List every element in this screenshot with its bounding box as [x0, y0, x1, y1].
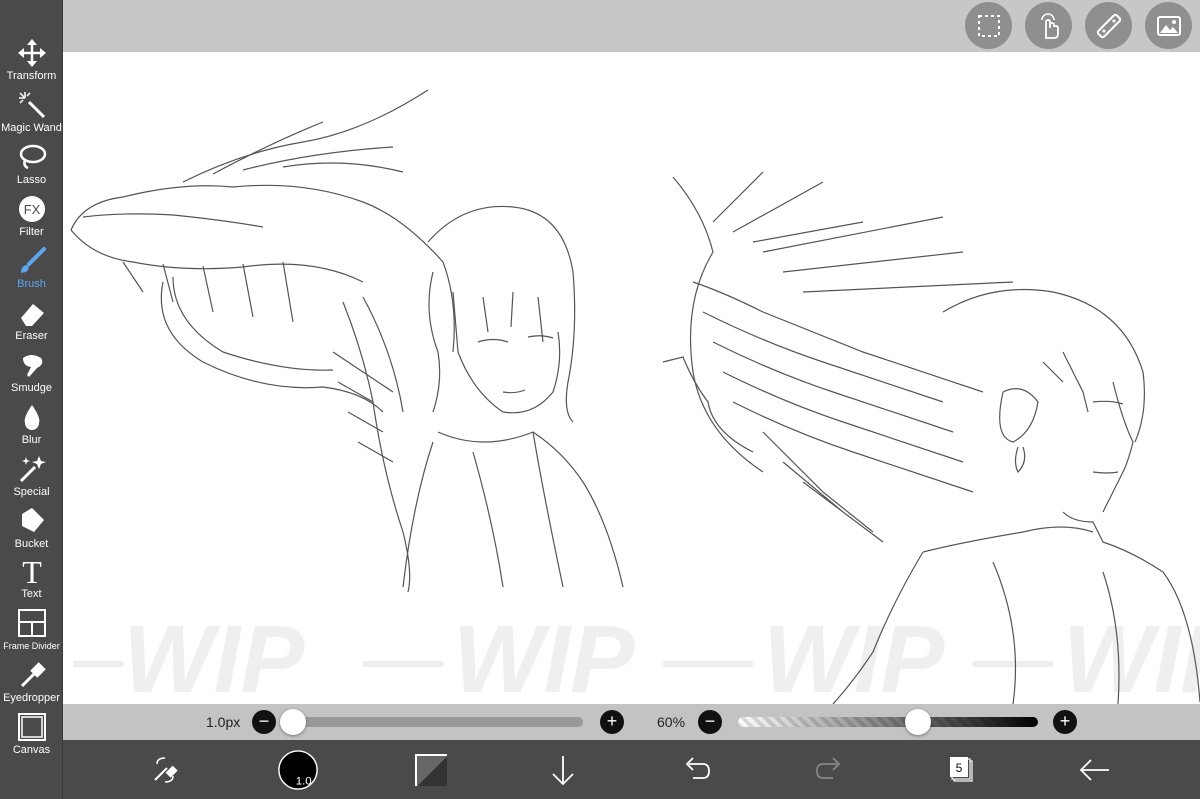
- tool-label: Text: [21, 588, 42, 600]
- color-swatch-button[interactable]: [409, 748, 453, 792]
- size-slider-knob[interactable]: [280, 709, 306, 735]
- import-button[interactable]: [541, 748, 585, 792]
- back-arrow-icon: [1079, 759, 1109, 781]
- top-toolbar: [63, 0, 1200, 52]
- tool-smudge[interactable]: Smudge: [0, 350, 63, 402]
- touch-gesture-icon: [1040, 12, 1059, 39]
- size-increase-button[interactable]: +: [600, 710, 624, 734]
- brush-size-button[interactable]: 1.0: [275, 748, 321, 792]
- line-art-drawing: WIP WIP WIP WIP: [70, 89, 1200, 704]
- size-decrease-button[interactable]: −: [252, 710, 276, 734]
- watermark-text: WIP: [1063, 606, 1200, 704]
- brush-slider-bar: 1.0px − + 60% − +: [63, 704, 1200, 740]
- brush-size-icon: 1.0: [278, 750, 318, 790]
- tool-label: Brush: [17, 278, 46, 290]
- import-down-arrow-icon: [552, 756, 574, 786]
- lasso-icon: [17, 142, 47, 172]
- sparkle-icon: [17, 454, 47, 484]
- frame-divider-icon: [17, 608, 47, 638]
- layers-icon: 5: [950, 757, 973, 782]
- svg-text:T: T: [22, 556, 42, 586]
- text-icon: T: [17, 556, 47, 586]
- bucket-icon: [17, 506, 47, 536]
- tool-lasso[interactable]: Lasso: [0, 142, 63, 194]
- redo-icon: [816, 757, 841, 779]
- selection-icon: [977, 14, 1000, 37]
- canvas-icon: [17, 712, 47, 742]
- move-arrows-icon: [17, 38, 47, 68]
- tool-sidebar: Transform Magic Wand Lasso FX Filter Bru…: [0, 0, 63, 799]
- tool-eyedropper[interactable]: Eyedropper: [0, 660, 63, 712]
- watermark-text: WIP: [453, 606, 635, 704]
- tool-label: Magic Wand: [1, 122, 62, 134]
- color-swatch-icon: [415, 754, 447, 786]
- opacity-slider-track[interactable]: [738, 717, 1038, 727]
- size-slider-track[interactable]: [293, 717, 583, 727]
- swap-tools-icon: [154, 757, 178, 783]
- brush-size-value: 1.0px: [206, 714, 241, 730]
- opacity-decrease-button[interactable]: −: [698, 710, 722, 734]
- eyedropper-icon: [17, 660, 47, 690]
- ruler-icon: [1096, 13, 1121, 38]
- ruler-button[interactable]: [1085, 2, 1132, 49]
- tool-frame-divider[interactable]: Frame Divider: [0, 608, 63, 660]
- tool-label: Smudge: [11, 382, 52, 394]
- watermark-text: WIP: [763, 606, 945, 704]
- fx-icon: FX: [17, 194, 47, 224]
- tool-blur[interactable]: Blur: [0, 402, 63, 454]
- tool-label: Canvas: [12, 744, 51, 756]
- tool-filter[interactable]: FX Filter: [0, 194, 63, 246]
- eraser-icon: [17, 298, 47, 328]
- svg-text:FX: FX: [23, 202, 40, 217]
- tool-label: Lasso: [16, 174, 47, 186]
- undo-button[interactable]: [675, 748, 719, 792]
- undo-icon: [685, 757, 710, 779]
- tool-label: Filter: [19, 226, 44, 238]
- tool-eraser[interactable]: Eraser: [0, 298, 63, 350]
- layers-button[interactable]: 5: [939, 748, 983, 792]
- tool-special[interactable]: Special: [0, 454, 63, 506]
- back-button[interactable]: [1073, 748, 1117, 792]
- tool-text[interactable]: T Text: [0, 556, 63, 608]
- tool-label: Eyedropper: [3, 692, 60, 704]
- drawing-canvas[interactable]: WIP WIP WIP WIP: [63, 52, 1200, 704]
- brush-icon: [17, 246, 47, 276]
- image-icon: [1156, 15, 1181, 36]
- magic-wand-icon: [17, 90, 47, 120]
- selection-button[interactable]: [965, 2, 1012, 49]
- tool-transform[interactable]: Transform: [0, 38, 63, 90]
- svg-text:5: 5: [956, 761, 963, 775]
- image-button[interactable]: [1145, 2, 1192, 49]
- smudge-icon: [17, 350, 47, 380]
- watermark-text: WIP: [123, 606, 305, 704]
- tool-label: Frame Divider: [3, 641, 60, 651]
- tool-label: Transform: [6, 70, 57, 82]
- svg-text:1.0: 1.0: [296, 775, 312, 787]
- tool-brush[interactable]: Brush: [0, 246, 63, 298]
- tool-label: Special: [13, 486, 50, 498]
- tool-label: Eraser: [15, 330, 48, 342]
- tool-label: Bucket: [14, 538, 49, 550]
- swap-tools-button[interactable]: [143, 748, 187, 792]
- opacity-value: 60%: [657, 714, 686, 730]
- droplet-icon: [17, 402, 47, 432]
- opacity-increase-button[interactable]: +: [1053, 710, 1077, 734]
- tool-label: Blur: [21, 434, 42, 446]
- bottom-toolbar: 1.0 5: [63, 740, 1200, 799]
- tool-canvas[interactable]: Canvas: [0, 712, 63, 764]
- tool-magic-wand[interactable]: Magic Wand: [0, 90, 63, 142]
- redo-button[interactable]: [807, 748, 851, 792]
- tool-bucket[interactable]: Bucket: [0, 506, 63, 558]
- touch-gesture-button[interactable]: [1025, 2, 1072, 49]
- opacity-slider-knob[interactable]: [905, 709, 931, 735]
